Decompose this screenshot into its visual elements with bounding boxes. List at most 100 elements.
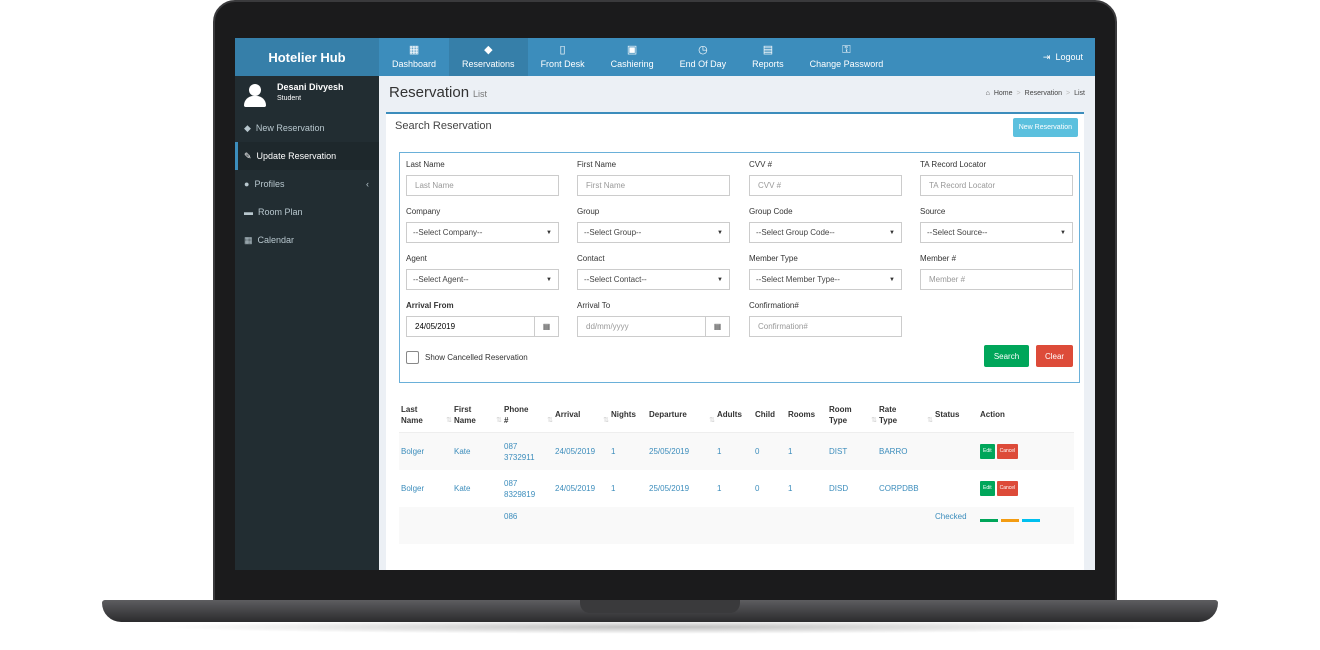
search-reservation-box: Search Reservation New Reservation Last … bbox=[386, 112, 1084, 570]
search-button[interactable]: Search bbox=[984, 345, 1029, 367]
brand-logo[interactable]: Hotelier Hub bbox=[235, 38, 379, 76]
calendar-icon[interactable]: ▦ bbox=[534, 317, 558, 336]
sort-icon[interactable]: ⇅ bbox=[871, 415, 877, 426]
sidebar-item-profiles[interactable]: ● Profiles ‹ bbox=[235, 170, 379, 198]
cancel-button[interactable]: Cancel bbox=[996, 444, 1019, 459]
column-header[interactable]: Status bbox=[935, 396, 980, 433]
member-type-select[interactable]: --Select Member Type-- ▼ bbox=[749, 269, 902, 290]
page-subtitle: List bbox=[473, 89, 488, 99]
cvv-label: CVV # bbox=[749, 160, 773, 169]
cell-status: Checked bbox=[935, 512, 967, 521]
sort-icon[interactable]: ⇅ bbox=[603, 415, 609, 426]
confirmation-input[interactable]: Confirmation# bbox=[749, 316, 902, 337]
edit-icon: ✎ bbox=[244, 150, 252, 161]
edit-button[interactable]: Edit bbox=[980, 444, 995, 459]
grid-icon: ▦ bbox=[408, 44, 420, 56]
column-header[interactable]: Action bbox=[980, 396, 1074, 433]
cell-first: Kate bbox=[454, 484, 471, 493]
source-label: Source bbox=[920, 207, 946, 216]
nav-cashiering[interactable]: ▣ Cashiering bbox=[598, 38, 667, 76]
column-header[interactable]: Rate Type ⇅ bbox=[879, 396, 935, 433]
nav-front-desk[interactable]: ▯ Front Desk bbox=[528, 38, 598, 76]
nav-reports[interactable]: ▤ Reports bbox=[739, 38, 797, 76]
user-panel: Desani Divyesh Student bbox=[235, 76, 379, 114]
column-header[interactable]: Phone # ⇅ bbox=[504, 396, 555, 433]
member-no-label: Member # bbox=[920, 254, 957, 263]
table-row[interactable]: 086 Checked bbox=[399, 507, 1074, 544]
source-select[interactable]: --Select Source-- ▼ bbox=[920, 222, 1073, 243]
contact-select[interactable]: --Select Contact-- ▼ bbox=[577, 269, 730, 290]
group-code-select[interactable]: --Select Group Code-- ▼ bbox=[749, 222, 902, 243]
cell-last: Bolger bbox=[401, 484, 425, 493]
column-header[interactable]: Departure ⇅ bbox=[649, 396, 717, 433]
main-content: Reservation List ⌂ Home > Reservation > L… bbox=[379, 76, 1095, 570]
action-button[interactable] bbox=[1022, 519, 1040, 522]
sidebar-item-calendar[interactable]: ▦ Calendar bbox=[235, 226, 379, 254]
nav-end-of-day[interactable]: ◷ End Of Day bbox=[667, 38, 740, 76]
cell-room-type: DIST bbox=[829, 447, 848, 456]
table-row[interactable]: Bolger Kate 087 3732911 24/05/2019 1 25/05/201… bbox=[399, 433, 1074, 470]
column-header[interactable]: First Name ⇅ bbox=[454, 396, 504, 433]
cancel-button[interactable]: Cancel bbox=[996, 481, 1019, 496]
cell-phone: 087 3732911 bbox=[504, 441, 535, 462]
nav-label: End Of Day bbox=[679, 59, 727, 69]
column-header[interactable]: Arrival ⇅ bbox=[555, 396, 611, 433]
ta-locator-label: TA Record Locator bbox=[920, 160, 987, 169]
clear-button[interactable]: Clear bbox=[1036, 345, 1073, 367]
nav-change-password[interactable]: ⚿ Change Password bbox=[797, 38, 897, 76]
cvv-input[interactable]: CVV # bbox=[749, 175, 902, 196]
sidebar-item-update-reservation[interactable]: ✎ Update Reservation bbox=[235, 142, 379, 170]
show-cancelled-checkbox[interactable]: Show Cancelled Reservation bbox=[406, 351, 528, 364]
arrival-from-input[interactable]: 24/05/2019 ▦ bbox=[406, 316, 559, 337]
cell-nights: 1 bbox=[611, 484, 616, 493]
bed-icon: ▬ bbox=[244, 207, 253, 217]
cell-rate-type: BARRO bbox=[879, 447, 908, 456]
nav-reservations[interactable]: ◆ Reservations bbox=[449, 38, 528, 76]
group-select[interactable]: --Select Group-- ▼ bbox=[577, 222, 730, 243]
column-header[interactable]: Nights bbox=[611, 396, 649, 433]
breadcrumb-reservation[interactable]: Reservation bbox=[1025, 90, 1062, 97]
table-row[interactable]: Bolger Kate 087 8329819 24/05/2019 1 25/05/201… bbox=[399, 470, 1074, 507]
sidebar: Desani Divyesh Student ◆ New Reservation ✎… bbox=[235, 76, 379, 570]
sidebar-item-label: Calendar bbox=[257, 235, 295, 245]
building-icon: ▯ bbox=[559, 44, 566, 56]
sidebar-item-new-reservation[interactable]: ◆ New Reservation bbox=[235, 114, 379, 142]
caret-down-icon: ▼ bbox=[1060, 229, 1066, 236]
cell-departure: 25/05/2019 bbox=[649, 484, 690, 493]
confirmation-label: Confirmation# bbox=[749, 301, 799, 310]
checkbox[interactable] bbox=[406, 351, 419, 364]
first-name-input[interactable]: First Name bbox=[577, 175, 730, 196]
logout-button[interactable]: ⇥ Logout bbox=[1043, 38, 1095, 76]
member-no-input[interactable]: Member # bbox=[920, 269, 1073, 290]
sort-icon[interactable]: ⇅ bbox=[927, 415, 933, 426]
sidebar-item-room-plan[interactable]: ▬ Room Plan bbox=[235, 198, 379, 226]
last-name-input[interactable]: Last Name bbox=[406, 175, 559, 196]
nav-dashboard[interactable]: ▦ Dashboard bbox=[379, 38, 449, 76]
column-header[interactable]: Room Type ⇅ bbox=[829, 396, 879, 433]
cell-first: Kate bbox=[454, 447, 471, 456]
sort-icon[interactable]: ⇅ bbox=[496, 415, 502, 426]
ta-locator-input[interactable]: TA Record Locator bbox=[920, 175, 1073, 196]
arrival-to-input[interactable]: dd/mm/yyyy ▦ bbox=[577, 316, 730, 337]
cell-arrival: 24/05/2019 bbox=[555, 484, 596, 493]
column-header[interactable]: Rooms bbox=[788, 396, 829, 433]
cell-nights: 1 bbox=[611, 447, 616, 456]
column-header[interactable]: Last Name ⇅ bbox=[401, 396, 454, 433]
chevron-left-icon[interactable]: ‹ bbox=[366, 179, 369, 189]
action-button[interactable] bbox=[1001, 519, 1019, 522]
new-reservation-button[interactable]: New Reservation bbox=[1012, 118, 1078, 137]
column-header[interactable]: Child bbox=[755, 396, 788, 433]
agent-select[interactable]: --Select Agent-- ▼ bbox=[406, 269, 559, 290]
sort-icon[interactable]: ⇅ bbox=[709, 415, 715, 426]
app-screen: Hotelier Hub ▦ Dashboard ◆ Reservations ▯ Fro… bbox=[235, 38, 1095, 570]
nav-label: Cashiering bbox=[610, 59, 654, 69]
column-header[interactable]: Adults bbox=[717, 396, 755, 433]
breadcrumb-home[interactable]: Home bbox=[994, 90, 1013, 97]
action-button[interactable] bbox=[980, 519, 998, 522]
sort-icon[interactable]: ⇅ bbox=[547, 415, 553, 426]
calendar-icon[interactable]: ▦ bbox=[705, 317, 729, 336]
edit-button[interactable]: Edit bbox=[980, 481, 995, 496]
company-select[interactable]: --Select Company-- ▼ bbox=[406, 222, 559, 243]
sort-icon[interactable]: ⇅ bbox=[446, 415, 452, 426]
logout-icon: ⇥ bbox=[1042, 51, 1051, 62]
